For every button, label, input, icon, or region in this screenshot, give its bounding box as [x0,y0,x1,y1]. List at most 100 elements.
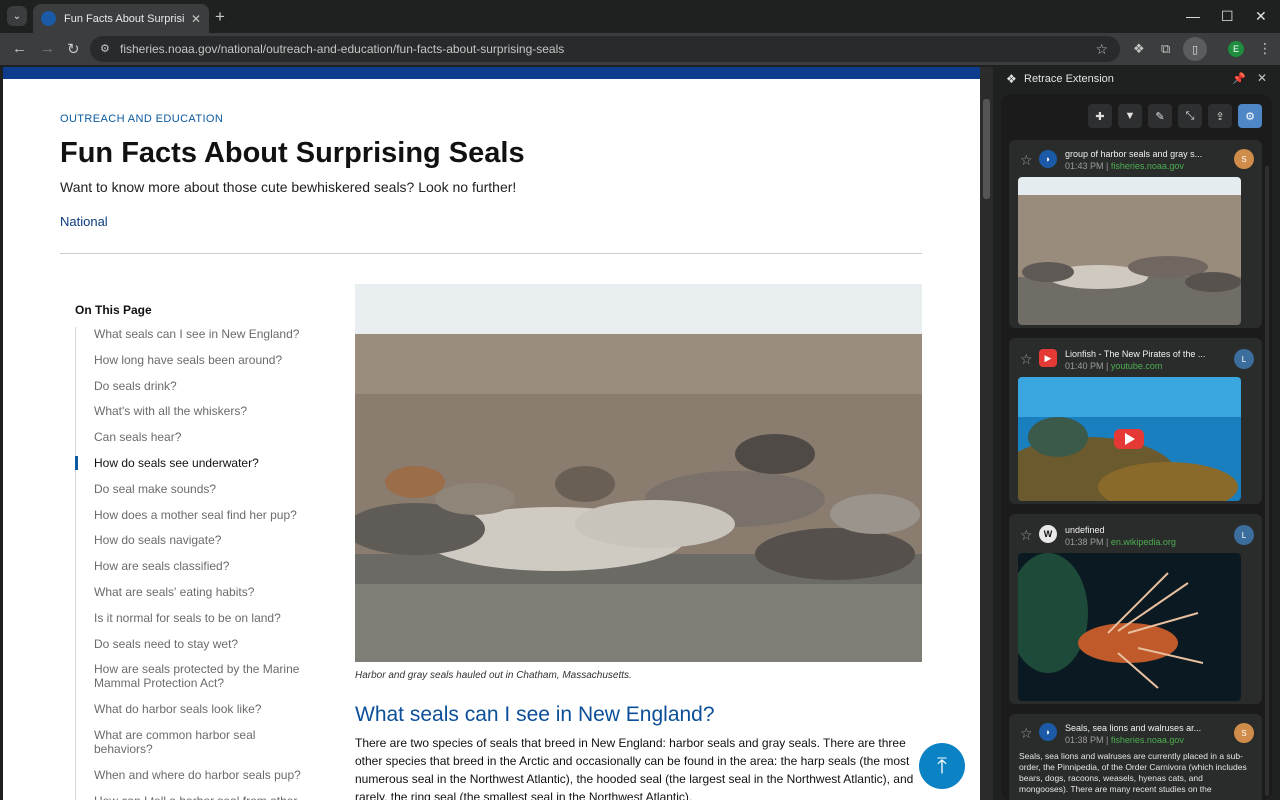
card-title: undefined [1065,525,1105,535]
extensions-puzzle-icon[interactable]: ⧉ [1161,41,1170,57]
toc-item[interactable]: How are seals classified? [76,559,315,573]
reload-icon[interactable]: ↻ [67,40,80,58]
card-thumbnail[interactable] [1018,377,1241,501]
toc-item[interactable]: What do harbor seals look like? [76,702,315,716]
toc-item[interactable]: What seals can I see in New England? [76,327,315,341]
page-subtitle: Want to know more about those cute bewhi… [60,179,517,195]
avatar: S [1234,149,1254,169]
card-time: 01:40 PM [1065,361,1104,371]
browser-toolbar: ← → ↻ ⚙ fisheries.noaa.gov/national/outr… [0,33,1280,65]
add-icon[interactable]: ✚ [1088,104,1112,128]
seals-thumbnail [1018,177,1241,325]
history-card[interactable]: ☆ W undefined 01:38 PM | en.wikipedia.or… [1009,514,1262,704]
page-title: Fun Facts About Surprising Seals [60,137,525,169]
region-link[interactable]: National [60,214,108,229]
star-icon[interactable]: ☆ [1020,152,1033,169]
collapse-icon[interactable]: ⤡ [1178,104,1202,128]
seals-photo [355,284,922,662]
side-panel-header: ❖ Retrace Extension 📌 ✕ [996,67,1280,91]
card-domain[interactable]: fisheries.noaa.gov [1111,161,1184,171]
site-info-icon[interactable]: ⚙ [100,42,110,55]
gear-icon[interactable]: ⚙ [1238,104,1262,128]
maximize-icon[interactable]: ☐ [1221,8,1234,25]
card-thumbnail[interactable] [1018,553,1241,701]
section-body: There are two species of seals that bree… [355,736,914,800]
toc-item[interactable]: What's with all the whiskers? [76,404,315,418]
side-panel-button[interactable]: ▯ [1183,37,1207,61]
bookmark-star-icon[interactable]: ☆ [1095,41,1108,58]
site-header-bar [3,67,980,79]
forward-icon[interactable]: → [40,40,55,57]
filter-icon[interactable]: ▼ [1118,104,1142,128]
upload-icon[interactable]: ⇪ [1208,104,1232,128]
edit-icon[interactable]: ✎ [1148,104,1172,128]
card-title: Lionfish - The New Pirates of the ... [1065,349,1206,359]
card-domain[interactable]: fisheries.noaa.gov [1111,735,1184,745]
tab-active[interactable]: Fun Facts About Surprising Seals ✕ [33,4,209,33]
section-heading: What seals can I see in New England? [355,703,715,726]
toc-item[interactable]: Do seals drink? [76,379,315,393]
page-eyebrow[interactable]: OUTREACH AND EDUCATION [60,113,223,125]
scroll-to-top-button[interactable]: ⤒ [919,743,965,789]
toc-item[interactable]: When and where do harbor seals pup? [76,768,315,782]
page-scrollbar[interactable] [980,67,993,800]
extension-scrollbar[interactable] [1265,166,1269,796]
toc-item[interactable]: How can I tell a harbor seal from other … [76,794,315,800]
side-panel: ❖ Retrace Extension 📌 ✕ ✚ ▼ ✎ ⤡ ⇪ ⚙ ☆ ◗ … [996,67,1280,800]
back-icon[interactable]: ← [12,40,27,57]
toc-item[interactable]: How do seals see underwater? [75,455,315,470]
card-meta: 01:38 PM | en.wikipedia.org [1065,537,1176,547]
pin-icon[interactable]: 📌 [1232,72,1246,85]
toc-item[interactable]: How long have seals been around? [76,353,315,367]
tab-search-button[interactable]: ⌄ [7,6,27,26]
toc-item[interactable]: How does a mother seal find her pup? [76,508,315,522]
minimize-icon[interactable]: — [1186,8,1200,24]
card-thumbnail[interactable] [1018,177,1241,325]
avatar: L [1234,349,1254,369]
side-panel-close-icon[interactable]: ✕ [1257,71,1267,85]
hero-image-seals [355,284,922,662]
menu-kebab-icon[interactable]: ⋮ [1258,40,1272,57]
extension-body: ✚ ▼ ✎ ⤡ ⇪ ⚙ ☆ ◗ group of harbor seals an… [1001,94,1272,800]
card-snippet: Seals, sea lions and walruses are curren… [1019,751,1247,794]
card-time: 01:38 PM [1065,735,1104,745]
toc-item[interactable]: Can seals hear? [76,430,315,444]
arrow-up-icon: ⤒ [937,753,947,778]
card-meta: 01:43 PM | fisheries.noaa.gov [1065,161,1184,171]
web-page: OUTREACH AND EDUCATION Fun Facts About S… [3,67,980,800]
toc-item[interactable]: What are common harbor seal behaviors? [76,728,315,756]
extension-name[interactable]: Retrace Extension [1024,73,1114,85]
new-tab-icon[interactable]: + [215,7,225,27]
star-icon[interactable]: ☆ [1020,527,1033,544]
retrace-logo-icon: ❖ [1006,72,1017,86]
toc-item[interactable]: Do seals need to stay wet? [76,637,315,651]
history-card[interactable]: ☆ ▶ Lionfish - The New Pirates of the ..… [1009,338,1262,504]
extension-retrace-icon[interactable]: ❖ [1133,41,1145,57]
toc-heading: On This Page [75,303,152,317]
address-bar[interactable]: ⚙ fisheries.noaa.gov/national/outreach-a… [90,36,1120,62]
card-domain[interactable]: en.wikipedia.org [1111,537,1176,547]
toc-item[interactable]: How are seals protected by the Marine Ma… [76,662,315,690]
tab-title: Fun Facts About Surprising Seals [64,12,185,25]
card-meta: 01:40 PM | youtube.com [1065,361,1163,371]
card-domain[interactable]: youtube.com [1111,361,1163,371]
star-icon[interactable]: ☆ [1020,351,1033,368]
star-icon[interactable]: ☆ [1020,725,1033,742]
noaa-favicon-icon: ◗ [1039,150,1057,168]
card-title: Seals, sea lions and walruses ar... [1065,723,1202,733]
toc-item[interactable]: Is it normal for seals to be on land? [76,611,315,625]
profile-avatar[interactable]: E [1228,41,1244,57]
history-card[interactable]: ☆ ◗ Seals, sea lions and walruses ar... … [1009,714,1262,800]
window-close-icon[interactable]: ✕ [1255,8,1267,25]
avatar: L [1234,525,1254,545]
toc-item[interactable]: What are seals' eating habits? [76,585,315,599]
history-card[interactable]: ☆ ◗ group of harbor seals and gray s... … [1009,140,1262,328]
toc-item[interactable]: Do seal make sounds? [76,482,315,496]
chevron-down-icon: ⌄ [12,10,22,22]
tab-close-icon[interactable]: ✕ [191,12,201,26]
toc-item[interactable]: How do seals navigate? [76,533,315,547]
scrollbar-thumb[interactable] [983,99,990,199]
noaa-favicon-icon [41,11,56,26]
card-time: 01:43 PM [1065,161,1104,171]
card-meta: 01:38 PM | fisheries.noaa.gov [1065,735,1184,745]
